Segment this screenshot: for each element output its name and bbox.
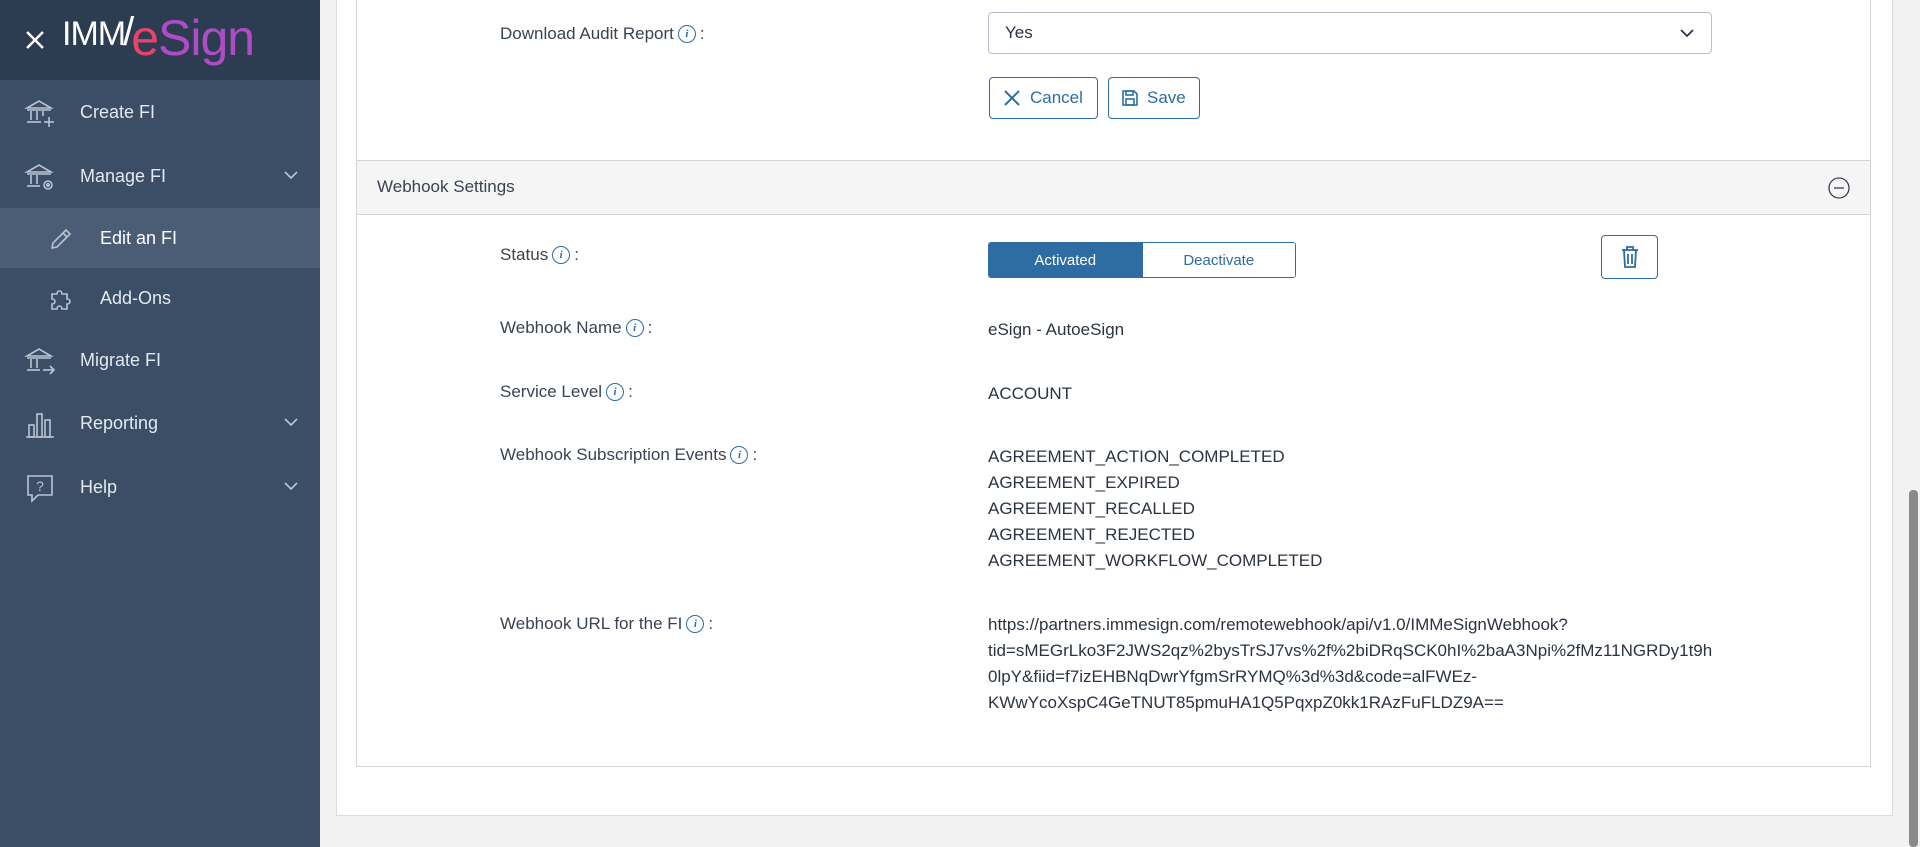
- sidebar-item-edit-fi[interactable]: Edit an FI: [0, 208, 320, 268]
- save-button[interactable]: Save: [1108, 77, 1200, 119]
- subscription-events-label: Webhook Subscription Events i:: [500, 445, 758, 464]
- pencil-icon: [50, 228, 72, 250]
- sidebar-item-migrate-fi[interactable]: Migrate FI: [0, 330, 320, 390]
- info-icon[interactable]: i: [625, 319, 644, 337]
- puzzle-icon: [51, 290, 71, 310]
- sidebar: IMM/eSign Create FI Manage FI Edit an FI…: [0, 0, 320, 847]
- event-item: AGREEMENT_EXPIRED: [988, 473, 1180, 492]
- svg-text:?: ?: [36, 478, 44, 494]
- webhook-settings-header[interactable]: Webhook Settings: [357, 160, 1870, 215]
- logo: IMM/eSign: [62, 10, 255, 66]
- sidebar-item-reporting[interactable]: Reporting: [0, 393, 320, 453]
- sidebar-item-help[interactable]: ? Help: [0, 457, 320, 517]
- collapse-icon[interactable]: [1828, 177, 1850, 199]
- bank-plus-icon: [24, 100, 54, 127]
- trash-icon: [1621, 246, 1638, 268]
- webhook-name-value: eSign - AutoeSign: [988, 320, 1125, 339]
- bank-gear-icon: [24, 164, 54, 190]
- event-item: AGREEMENT_WORKFLOW_COMPLETED: [988, 551, 1323, 570]
- download-audit-select[interactable]: Yes: [988, 12, 1712, 54]
- help-bubble-icon: ?: [27, 475, 53, 503]
- chevron-down-icon: [284, 482, 298, 491]
- sidebar-item-create-fi[interactable]: Create FI: [0, 82, 320, 142]
- event-item: AGREEMENT_RECALLED: [988, 499, 1195, 518]
- service-level-label: Service Level i:: [500, 382, 633, 401]
- service-level-value: ACCOUNT: [988, 384, 1073, 403]
- chevron-down-icon: [284, 171, 298, 180]
- deactivate-option[interactable]: Deactivate: [1141, 243, 1295, 277]
- sidebar-item-manage-fi[interactable]: Manage FI: [0, 146, 320, 206]
- webhook-url-label: Webhook URL for the FI i:: [500, 614, 714, 633]
- webhook-name-label: Webhook Name i:: [500, 318, 653, 337]
- info-icon[interactable]: i: [606, 383, 625, 401]
- close-icon[interactable]: [22, 27, 48, 53]
- webhook-url-value: https://partners.immesign.com/remotewebh…: [988, 615, 1713, 712]
- status-toggle[interactable]: Activated Deactivate: [988, 242, 1296, 278]
- bar-chart-icon: [26, 413, 54, 438]
- chevron-down-icon: [284, 418, 298, 427]
- download-audit-label: Download Audit Report i:: [500, 24, 705, 43]
- cancel-button[interactable]: Cancel: [989, 77, 1098, 119]
- sidebar-item-add-ons[interactable]: Add-Ons: [0, 268, 320, 328]
- activated-option[interactable]: Activated: [989, 243, 1142, 277]
- info-icon[interactable]: i: [552, 246, 571, 264]
- info-icon[interactable]: i: [677, 25, 696, 43]
- delete-webhook-button[interactable]: [1601, 235, 1658, 279]
- event-item: AGREEMENT_ACTION_COMPLETED: [988, 447, 1285, 466]
- bank-arrow-icon: [24, 348, 56, 375]
- save-icon: [1122, 90, 1138, 106]
- close-icon: [1004, 90, 1020, 106]
- brand-bar: IMM/eSign: [0, 0, 320, 80]
- subscription-events-list: AGREEMENT_ACTION_COMPLETED AGREEMENT_EXP…: [988, 444, 1322, 574]
- event-item: AGREEMENT_REJECTED: [988, 525, 1195, 544]
- info-icon[interactable]: i: [730, 446, 749, 464]
- scrollbar-thumb[interactable]: [1909, 490, 1918, 847]
- status-label: Status i:: [500, 245, 579, 264]
- chevron-down-icon: [1680, 29, 1694, 38]
- info-icon[interactable]: i: [686, 615, 705, 633]
